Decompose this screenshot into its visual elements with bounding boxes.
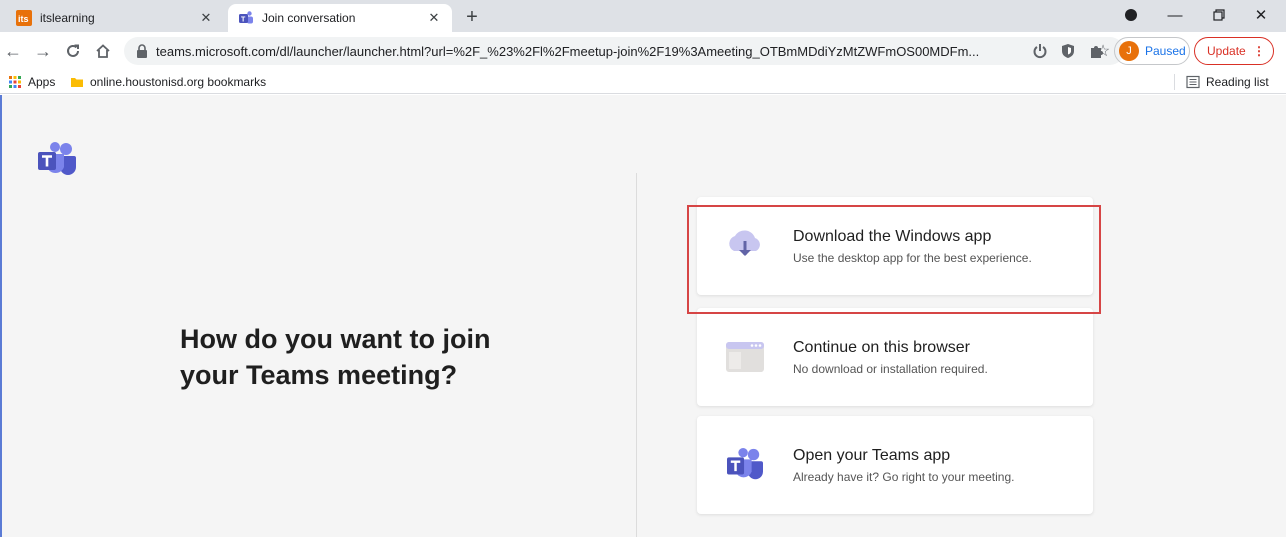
- avatar: J: [1119, 41, 1139, 61]
- teams-favicon: T: [239, 11, 253, 24]
- profile-status: Paused: [1145, 44, 1186, 58]
- plus-icon[interactable]: +: [460, 5, 484, 29]
- shield-extension-icon[interactable]: [1058, 41, 1078, 61]
- reload-icon[interactable]: [60, 38, 86, 64]
- close-tab-icon[interactable]: ✕: [196, 8, 216, 28]
- highlight-box: [687, 205, 1101, 314]
- option-title: Continue on this browser: [793, 338, 970, 356]
- forward-icon[interactable]: →: [30, 38, 56, 64]
- bookmark-apps[interactable]: Apps: [8, 73, 55, 91]
- option-title: Open your Teams app: [793, 446, 951, 464]
- option-subtitle: No download or installation required.: [793, 361, 988, 376]
- home-icon[interactable]: [90, 38, 116, 64]
- bookmark-folder[interactable]: online.houstonisd.org bookmarks: [70, 73, 266, 91]
- tab-title: Join conversation: [262, 11, 356, 25]
- svg-text:its: its: [18, 14, 29, 24]
- open-teams-app-option[interactable]: Open your Teams app Already have it? Go …: [697, 416, 1093, 514]
- teams-launcher-page: How do you want to join your Teams meeti…: [0, 95, 1286, 537]
- more-vert-icon: ⋮: [1253, 44, 1265, 58]
- browser-toolbar: ← → teams.microsoft.com/dl/launcher/laun…: [0, 32, 1286, 70]
- tab-strip: its itslearning ✕ T Join conversation ✕ …: [0, 0, 1286, 32]
- close-window-icon[interactable]: ✕: [1238, 0, 1284, 30]
- minimize-icon[interactable]: —: [1152, 0, 1198, 30]
- option-subtitle: Already have it? Go right to your meetin…: [793, 469, 1015, 484]
- tab-itslearning[interactable]: its itslearning ✕: [6, 4, 224, 32]
- bookmark-label: online.houstonisd.org bookmarks: [90, 75, 267, 89]
- page-title-line-1: How do you want to join: [180, 324, 491, 354]
- bookmark-label: Apps: [28, 75, 56, 89]
- teams-icon: [723, 443, 767, 487]
- reading-list-label: Reading list: [1206, 75, 1269, 89]
- puzzle-extensions-icon[interactable]: [1086, 41, 1106, 61]
- section-divider: [636, 173, 637, 537]
- url-text: teams.microsoft.com/dl/launcher/launcher…: [156, 43, 980, 59]
- profile-button[interactable]: J Paused: [1114, 37, 1190, 65]
- folder-icon: [71, 78, 83, 87]
- svg-text:T: T: [241, 17, 246, 24]
- itslearning-favicon: its: [16, 10, 32, 26]
- page-title-line-2: your Teams meeting?: [180, 360, 458, 390]
- bookmarks-divider: [1174, 74, 1175, 90]
- address-bar[interactable]: teams.microsoft.com/dl/launcher/launcher…: [124, 37, 1124, 65]
- restore-icon[interactable]: [1196, 0, 1242, 30]
- power-extension-icon[interactable]: [1030, 41, 1050, 61]
- lock-icon: [137, 44, 147, 58]
- reading-list-icon: [1186, 75, 1200, 89]
- tab-title: itslearning: [40, 11, 95, 25]
- browser-window-icon: [723, 335, 767, 379]
- apps-grid-icon: [9, 76, 21, 88]
- continue-on-browser-option[interactable]: Continue on this browser No download or …: [697, 308, 1093, 406]
- update-button[interactable]: Update ⋮: [1194, 37, 1274, 65]
- chrome-menu-icon[interactable]: [1108, 0, 1154, 30]
- teams-logo: [38, 142, 76, 175]
- back-icon[interactable]: ←: [0, 38, 26, 64]
- close-tab-icon[interactable]: ✕: [424, 8, 444, 28]
- bookmarks-bar: Apps online.houstonisd.org bookmarks Rea…: [0, 70, 1286, 94]
- update-label: Update: [1207, 44, 1246, 58]
- tab-join-conversation[interactable]: T Join conversation ✕: [228, 4, 452, 32]
- reading-list-button[interactable]: Reading list: [1186, 73, 1269, 91]
- page-title: How do you want to join your Teams meeti…: [180, 321, 600, 393]
